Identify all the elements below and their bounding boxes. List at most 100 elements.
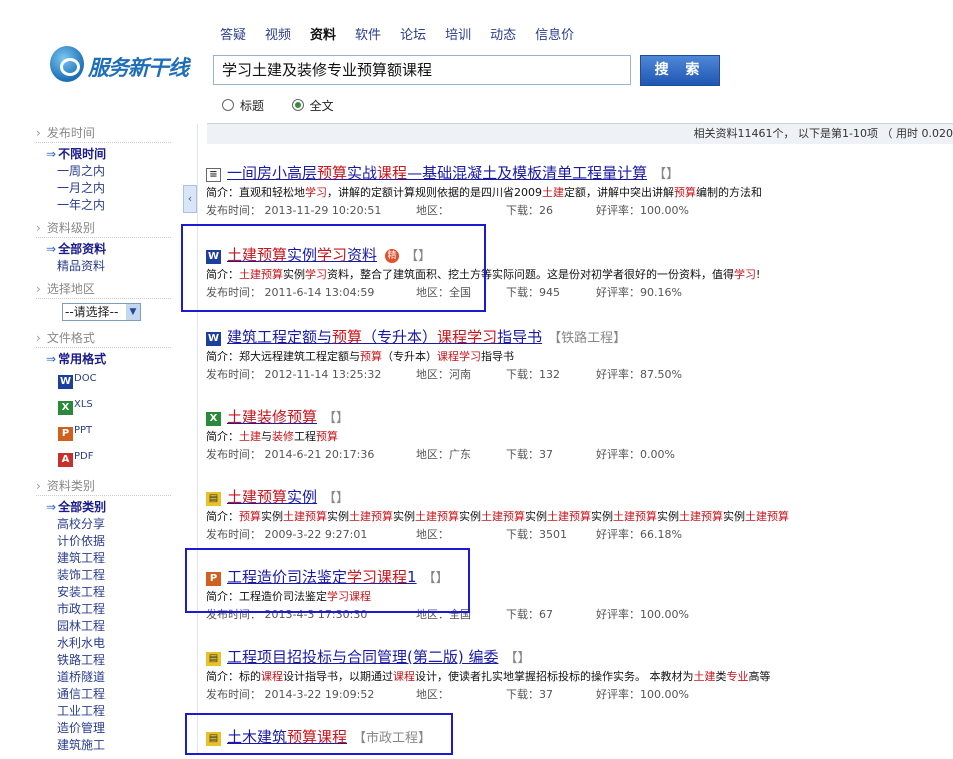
archive-icon: ▤: [206, 492, 221, 506]
sidebar-item-category[interactable]: 水利水电: [36, 635, 171, 652]
nav-item[interactable]: 视频: [265, 24, 291, 43]
format-option[interactable]: X XLS: [36, 399, 171, 425]
summary-segment: 实例: [723, 510, 745, 523]
sidebar-item-category[interactable]: 全部类别: [36, 499, 171, 516]
sidebar-item-level[interactable]: 精品资料: [36, 258, 171, 275]
sidebar-item-format[interactable]: 常用格式: [36, 351, 171, 368]
filter-section-level: › 资料级别: [36, 219, 171, 238]
summary-segment: 课程: [393, 670, 415, 683]
sidebar-item-category[interactable]: 安装工程: [36, 584, 171, 601]
result-title-row: ▤ 土建预算实例 【】: [206, 487, 946, 507]
title-segment: 实战: [347, 164, 378, 182]
summary-segment: 土建预算: [481, 510, 525, 523]
summary-segment: 编制的方法和: [696, 186, 762, 199]
sidebar-item-category[interactable]: 工业工程: [36, 703, 171, 720]
logo-icon: [50, 46, 84, 82]
sidebar-item-time[interactable]: 一月之内: [36, 180, 171, 197]
result-tag[interactable]: 【】: [323, 491, 349, 506]
result-title-link[interactable]: 一间房小高层预算实战课程—基础混凝土及模板清单工程量计算: [227, 164, 647, 182]
summary-segment: 土建: [542, 186, 564, 199]
result-title-link[interactable]: 土建预算实例: [227, 488, 317, 506]
sidebar-item-level[interactable]: 全部资料: [36, 241, 171, 258]
result-tag[interactable]: 【铁路工程】: [548, 331, 626, 346]
result-summary: 简介：预算实例土建预算实例土建预算实例土建预算实例土建预算实例土建预算实例土建预…: [206, 509, 946, 525]
nav-item[interactable]: 资料: [310, 24, 336, 43]
title-segment: 土建装修预算: [227, 408, 318, 426]
result-date: 发布时间： 2012-11-14 13:25:32: [206, 368, 382, 381]
result-title-row: ≡ 一间房小高层预算实战课程—基础混凝土及模板清单工程量计算 【】: [206, 163, 946, 183]
search-scope: 标题 全文: [222, 97, 334, 114]
summary-segment: 实例: [459, 510, 481, 523]
sidebar-item-category[interactable]: 园林工程: [36, 618, 171, 635]
sidebar-item-time[interactable]: 一年之内: [36, 197, 171, 214]
result-title-link[interactable]: 土建装修预算: [227, 408, 317, 426]
summary-segment: 专业: [726, 670, 749, 683]
summary-segment: 工程: [294, 430, 316, 443]
format-option[interactable]: P PPT: [36, 425, 171, 451]
summary-segment: 课程: [261, 670, 283, 683]
summary-segment: 预算: [360, 350, 382, 363]
nav-item[interactable]: 软件: [355, 24, 381, 43]
nav-item[interactable]: 论坛: [400, 24, 426, 43]
logo-text: 服务新干线: [88, 56, 189, 80]
sidebar-item-category[interactable]: 装饰工程: [36, 567, 171, 584]
format-label: PDF: [74, 451, 94, 462]
result-tag[interactable]: 【】: [504, 651, 530, 666]
top-nav: 答疑 视频 资料 软件 论坛 培训 动态 信息价: [220, 24, 593, 43]
sidebar-item-time[interactable]: 一周之内: [36, 163, 171, 180]
summary-segment: 高等: [748, 670, 771, 683]
scope-fulltext-radio[interactable]: 全文: [291, 99, 334, 113]
result-region: 地区：: [416, 528, 449, 541]
format-option[interactable]: A PDF: [36, 451, 171, 477]
result-item: ▤ 土建预算实例 【】 简介：预算实例土建预算实例土建预算实例土建预算实例土建预算实例…: [206, 487, 946, 543]
result-downloads: 下载：132: [506, 368, 560, 381]
nav-item[interactable]: 培训: [445, 24, 471, 43]
title-segment: 实例: [287, 488, 318, 506]
sidebar-item-category[interactable]: 高校分享: [36, 516, 171, 533]
result-date: 发布时间： 2009-3-22 9:27:01: [206, 528, 368, 541]
collapse-sidebar-icon[interactable]: ‹: [183, 185, 197, 213]
result-date: 发布时间： 2014-6-21 20:17:36: [206, 448, 375, 461]
format-label: DOC: [74, 373, 97, 384]
region-select[interactable]: --请选择-- ▼: [62, 303, 141, 321]
result-downloads: 下载：67: [506, 608, 553, 621]
search-input[interactable]: 学习土建及装修专业预算额课程: [213, 55, 631, 85]
result-downloads: 下载：3501: [506, 528, 567, 541]
sidebar-item-category[interactable]: 计价依据: [36, 533, 171, 550]
page-icon: ≡: [206, 168, 221, 182]
result-meta: 发布时间： 2009-3-22 9:27:01 地区： 下载：3501 好评率：66.…: [206, 527, 946, 543]
summary-segment: 实例: [525, 510, 547, 523]
sidebar-item-category[interactable]: 铁路工程: [36, 652, 171, 669]
region-select-value: --请选择--: [65, 305, 119, 319]
sidebar-item-category[interactable]: 市政工程: [36, 601, 171, 618]
result-title-link[interactable]: 建筑工程定额与预算（专升本）课程学习指导书: [227, 328, 542, 346]
nav-item[interactable]: 答疑: [220, 24, 246, 43]
summary-segment: （专升本）: [382, 350, 437, 363]
sidebar-item-category[interactable]: 建筑工程: [36, 550, 171, 567]
sidebar-item-time[interactable]: 不限时间: [36, 146, 171, 163]
result-title-link[interactable]: 工程项目招投标与合同管理(第二版) 编委: [227, 648, 498, 666]
filter-section-title: 资料类别: [46, 479, 95, 493]
sidebar-item-category[interactable]: 建筑施工: [36, 737, 171, 754]
summary-segment: 装修: [272, 430, 294, 443]
sidebar-item-category[interactable]: 通信工程: [36, 686, 171, 703]
sidebar-item-category[interactable]: 道桥隧道: [36, 669, 171, 686]
sidebar-item-category[interactable]: 造价管理: [36, 720, 171, 737]
result-rating: 好评率：100.00%: [596, 608, 689, 621]
result-summary: 简介：土建与装修工程预算: [206, 429, 946, 445]
result-region: 地区：广东: [416, 448, 471, 461]
result-tag[interactable]: 【】: [323, 411, 349, 426]
summary-segment: 指导书: [481, 350, 514, 363]
title-segment: 预算: [332, 328, 363, 346]
filter-section-region: › 选择地区: [36, 280, 171, 299]
result-tag[interactable]: 【】: [653, 167, 679, 182]
nav-item[interactable]: 信息价: [535, 24, 574, 43]
scope-title-radio[interactable]: 标题: [222, 99, 264, 113]
nav-item[interactable]: 动态: [490, 24, 516, 43]
annotation-box: [181, 224, 486, 312]
format-option[interactable]: W DOC: [36, 373, 171, 399]
site-logo[interactable]: 服务新干线: [48, 44, 208, 92]
search-button[interactable]: 搜 索: [640, 55, 720, 86]
summary-segment: 课程学习: [437, 350, 481, 363]
summary-segment: ，讲解的定额计算规则依据的是四川省2009: [327, 186, 542, 199]
